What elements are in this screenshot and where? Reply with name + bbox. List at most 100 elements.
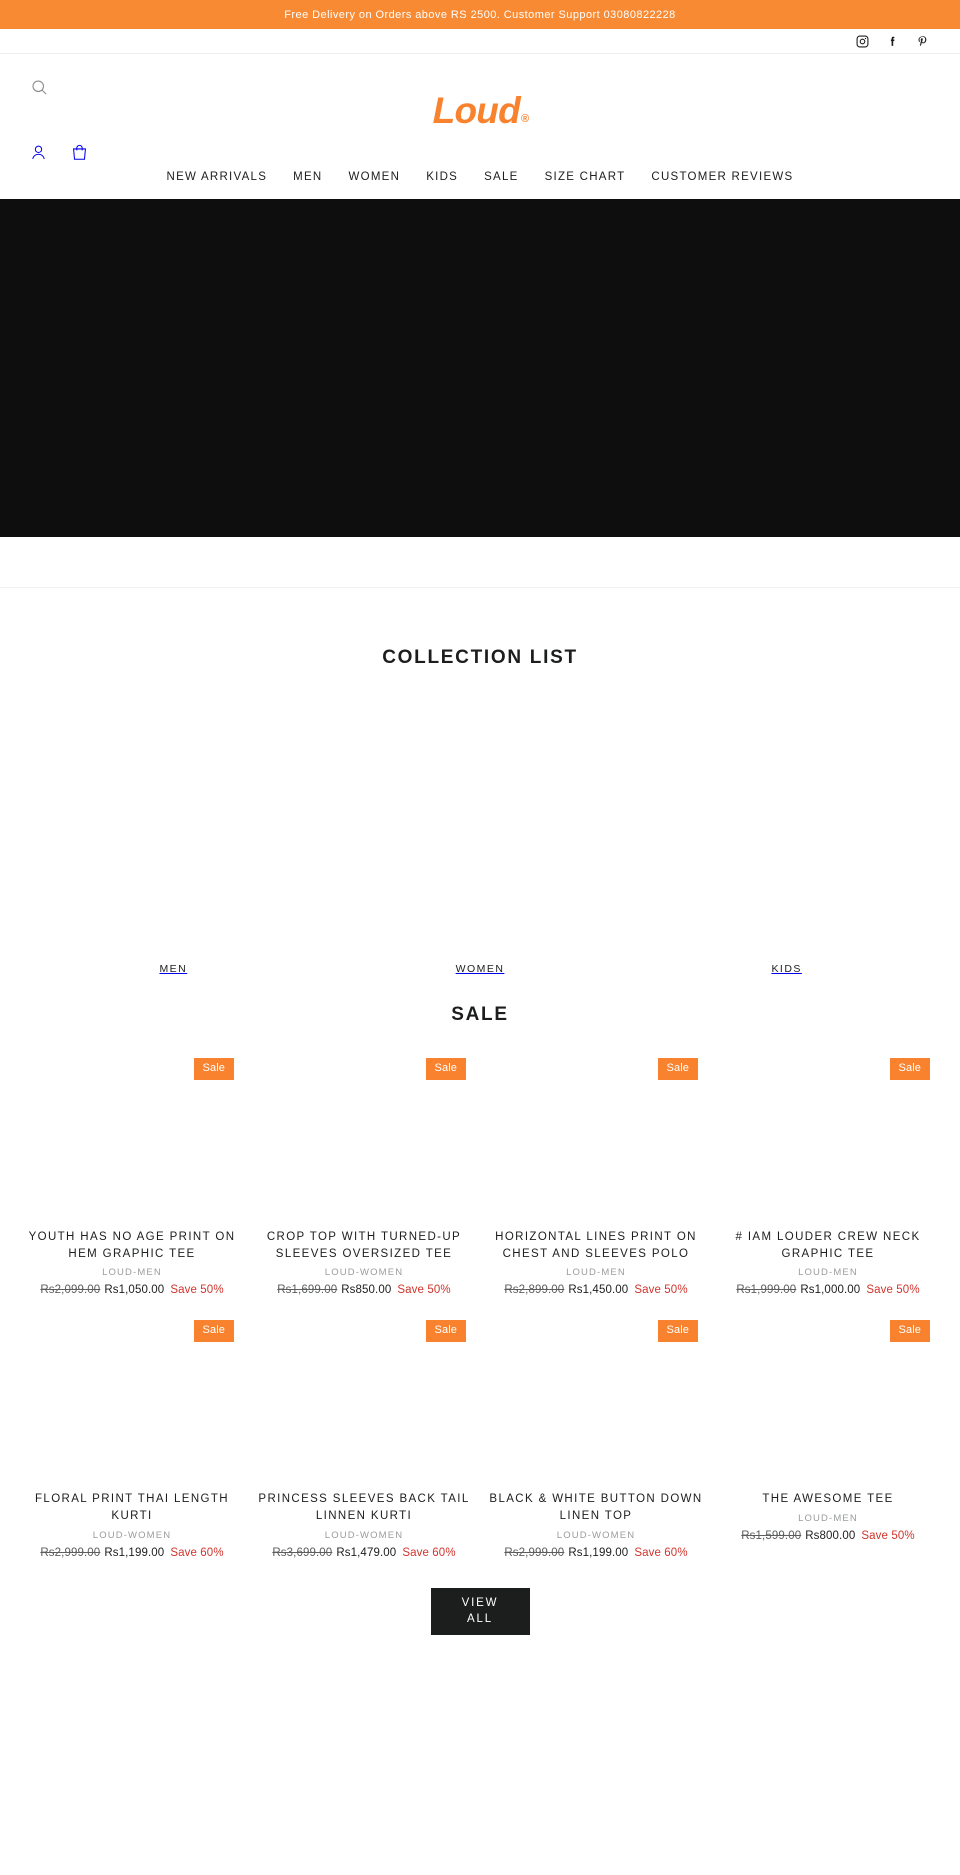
product-vendor: LOUD-WOMEN <box>324 1529 404 1541</box>
product-vendor: LOUD-MEN <box>102 1267 162 1279</box>
product-vendor: LOUD-MEN <box>798 1513 858 1525</box>
product-card[interactable]: Sale PRINCESS SLEEVES BACK TAIL LINNEN K… <box>254 1314 474 1559</box>
account-icon[interactable] <box>28 142 49 163</box>
current-price: Rs1,199.00 <box>104 1546 165 1559</box>
status-badge: Sale <box>425 1320 466 1343</box>
status-badge: Sale <box>193 1320 234 1343</box>
current-price: Rs1,050.00 <box>104 1284 165 1297</box>
collection-list-title: COLLECTION LIST <box>382 647 578 668</box>
product-image[interactable]: Sale <box>486 1314 706 1487</box>
status-badge: Sale <box>193 1058 234 1080</box>
view-all-line-1: VIEW <box>461 1596 499 1609</box>
view-all-line-2: ALL <box>467 1613 493 1626</box>
product-price-row: Rs1,999.00 Rs1,000.00 Save 50% <box>718 1284 938 1296</box>
product-price-row: Rs1,599.00 Rs800.00 Save 50% <box>718 1530 938 1542</box>
compare-price: Rs1,999.00 <box>736 1284 797 1297</box>
current-price: Rs1,479.00 <box>336 1546 397 1559</box>
instagram-icon[interactable] <box>856 35 869 48</box>
product-title: PRINCESS SLEEVES BACK TAIL LINNEN KURTI <box>258 1493 470 1523</box>
compare-price: Rs1,699.00 <box>277 1284 338 1297</box>
product-image[interactable]: Sale <box>718 1314 938 1487</box>
product-image[interactable]: Sale <box>22 1052 242 1224</box>
compare-price: Rs2,099.00 <box>40 1284 101 1297</box>
current-price: Rs850.00 <box>341 1284 392 1297</box>
nav-item-women[interactable]: WOMEN <box>336 167 414 187</box>
nav-item-customer-reviews[interactable]: CUSTOMER REVIEWS <box>638 167 806 187</box>
product-price-row: Rs2,999.00 Rs1,199.00 Save 60% <box>486 1547 706 1559</box>
collection-grid: MEN WOMEN KIDS <box>0 705 960 975</box>
product-card[interactable]: Sale YOUTH HAS NO AGE PRINT ON HEM GRAPH… <box>22 1052 242 1296</box>
hero-banner[interactable] <box>0 199 960 537</box>
hero-spacer <box>0 537 960 588</box>
facebook-icon[interactable] <box>886 35 899 48</box>
product-title: # IAM LOUDER CREW NECK GRAPHIC TEE <box>735 1231 921 1260</box>
compare-price: Rs2,999.00 <box>504 1546 565 1559</box>
collection-image <box>337 705 623 957</box>
status-badge: Sale <box>657 1058 698 1080</box>
main-navigation: NEW ARRIVALS MEN WOMEN KIDS SALE SIZE CH… <box>0 167 960 187</box>
save-percent: Save 50% <box>861 1530 915 1543</box>
site-logo[interactable]: Loud® <box>0 92 960 129</box>
pinterest-icon[interactable] <box>916 35 929 48</box>
product-price-row: Rs3,699.00 Rs1,479.00 Save 60% <box>254 1547 474 1559</box>
collection-card-men[interactable]: MEN <box>31 705 316 975</box>
product-price-row: Rs2,099.00 Rs1,050.00 Save 50% <box>22 1284 242 1296</box>
product-title: THE AWESOME TEE <box>762 1493 894 1506</box>
view-all-button[interactable]: VIEW ALL <box>430 1587 530 1635</box>
product-vendor: LOUD-WOMEN <box>324 1267 404 1279</box>
header-account-actions <box>28 142 90 163</box>
current-price: Rs1,199.00 <box>568 1546 629 1559</box>
current-price: Rs1,450.00 <box>568 1284 629 1297</box>
announcement-text: Free Delivery on Orders above RS 2500. C… <box>284 8 676 21</box>
sale-title: SALE <box>451 1004 509 1025</box>
nav-item-kids[interactable]: KIDS <box>413 167 471 187</box>
compare-price: Rs1,599.00 <box>741 1530 802 1543</box>
nav-item-size-chart[interactable]: SIZE CHART <box>532 167 639 187</box>
current-price: Rs1,000.00 <box>800 1284 861 1297</box>
view-all-wrapper: VIEW ALL <box>0 1587 960 1665</box>
product-image[interactable]: Sale <box>254 1052 474 1224</box>
nav-item-sale[interactable]: SALE <box>471 167 531 187</box>
product-vendor: LOUD-WOMEN <box>92 1529 172 1541</box>
nav-item-men[interactable]: MEN <box>280 167 335 187</box>
product-title: CROP TOP WITH TURNED-UP SLEEVES OVERSIZE… <box>266 1231 462 1260</box>
product-title: BLACK & WHITE BUTTON DOWN LINEN TOP <box>489 1493 703 1523</box>
nav-item-new-arrivals[interactable]: NEW ARRIVALS <box>154 167 281 187</box>
cart-icon[interactable] <box>69 142 90 163</box>
announcement-bar: Free Delivery on Orders above RS 2500. C… <box>0 0 960 29</box>
status-badge: Sale <box>657 1320 698 1343</box>
product-card[interactable]: Sale # IAM LOUDER CREW NECK GRAPHIC TEE … <box>718 1052 938 1296</box>
collection-list-section: COLLECTION LIST MEN WOMEN KIDS <box>0 588 960 975</box>
save-percent: Save 60% <box>634 1546 688 1559</box>
save-percent: Save 50% <box>866 1284 920 1297</box>
product-card[interactable]: Sale BLACK & WHITE BUTTON DOWN LINEN TOP… <box>486 1314 706 1559</box>
product-image[interactable]: Sale <box>718 1052 938 1224</box>
product-image[interactable]: Sale <box>486 1052 706 1224</box>
product-title: HORIZONTAL LINES PRINT ON CHEST AND SLEE… <box>495 1231 697 1260</box>
save-percent: Save 50% <box>397 1284 451 1297</box>
social-links-bar <box>0 29 960 54</box>
status-badge: Sale <box>889 1320 930 1343</box>
collection-label: KIDS <box>771 963 802 975</box>
product-card[interactable]: Sale CROP TOP WITH TURNED-UP SLEEVES OVE… <box>254 1052 474 1296</box>
collection-label: WOMEN <box>455 963 505 975</box>
save-percent: Save 50% <box>170 1284 224 1297</box>
sale-section: SALE Sale YOUTH HAS NO AGE PRINT ON HEM … <box>0 975 960 1665</box>
product-card[interactable]: Sale THE AWESOME TEE LOUD-MEN Rs1,599.00… <box>718 1314 938 1558</box>
product-vendor: LOUD-MEN <box>798 1267 858 1279</box>
product-card[interactable]: Sale FLORAL PRINT THAI LENGTH KURTI LOUD… <box>22 1314 242 1559</box>
product-card[interactable]: Sale HORIZONTAL LINES PRINT ON CHEST AND… <box>486 1052 706 1296</box>
save-percent: Save 60% <box>402 1546 456 1559</box>
collection-card-women[interactable]: WOMEN <box>337 705 623 975</box>
current-price: Rs800.00 <box>805 1530 856 1543</box>
product-grid: Sale YOUTH HAS NO AGE PRINT ON HEM GRAPH… <box>0 1052 960 1559</box>
product-image[interactable]: Sale <box>254 1314 474 1487</box>
site-header: Loud® NEW ARRIVALS MEN WOMEN KIDS SALE S… <box>0 54 960 199</box>
product-image[interactable]: Sale <box>22 1314 242 1487</box>
save-percent: Save 60% <box>170 1546 224 1559</box>
product-price-row: Rs2,899.00 Rs1,450.00 Save 50% <box>486 1284 706 1296</box>
collection-image <box>31 705 316 957</box>
collection-card-kids[interactable]: KIDS <box>644 705 929 975</box>
status-badge: Sale <box>889 1058 930 1080</box>
product-title: YOUTH HAS NO AGE PRINT ON HEM GRAPHIC TE… <box>28 1231 236 1260</box>
